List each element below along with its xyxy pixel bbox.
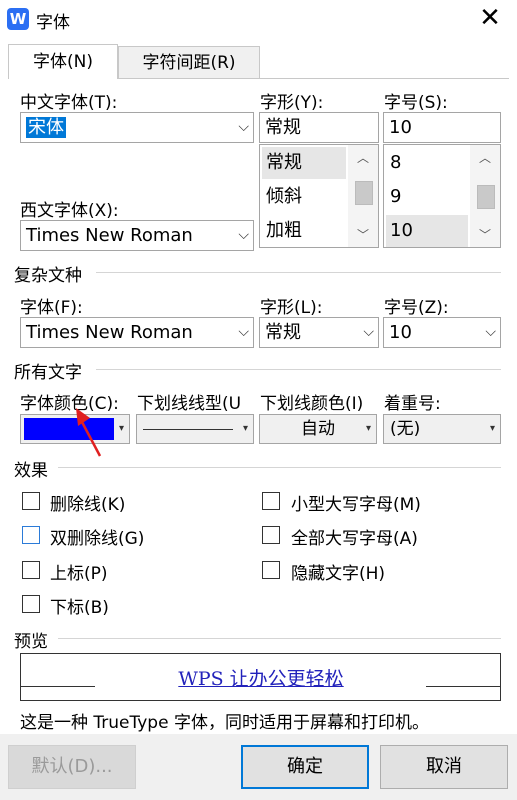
- chevron-down-icon: ⌵: [485, 324, 496, 340]
- chinese-font-value: 宋体: [26, 117, 66, 138]
- emphasis-mark-dropdown[interactable]: (无) ▾: [383, 414, 501, 444]
- preview-baseline-right: [426, 686, 500, 687]
- style-scrollbar[interactable]: ︿ ﹀: [348, 145, 378, 247]
- small-caps-label: 小型大写字母(M): [291, 495, 421, 515]
- style-option-regular[interactable]: 常规: [262, 147, 346, 179]
- emphasis-mark-label: 着重号:: [384, 394, 441, 414]
- dropdown-arrow-icon: ▾: [118, 423, 124, 434]
- superscript-label: 上标(P): [50, 564, 108, 584]
- style-option-bold[interactable]: 加粗: [262, 215, 346, 247]
- chevron-down-icon: ⌵: [238, 324, 249, 340]
- complex-style-label: 字形(L):: [260, 298, 323, 318]
- close-icon[interactable]: ✕: [476, 4, 504, 32]
- double-strikethrough-checkbox[interactable]: [22, 526, 40, 544]
- double-strikethrough-label: 双删除线(G): [50, 529, 145, 549]
- preview-box: WPS 让办公更轻松: [20, 653, 501, 701]
- underline-style-line: [143, 429, 233, 430]
- size-label: 字号(S):: [384, 93, 448, 113]
- strikethrough-checkbox[interactable]: [22, 492, 40, 510]
- underline-style-dropdown[interactable]: ▾: [136, 414, 254, 444]
- effects-section-title: 效果: [14, 461, 48, 481]
- chevron-down-icon: ⌵: [238, 227, 249, 243]
- font-type-note: 这是一种 TrueType 字体，同时适用于屏幕和打印机。: [20, 713, 429, 733]
- emphasis-mark-value: (无): [390, 419, 421, 439]
- tab-character-spacing[interactable]: 字符间距(R): [118, 46, 260, 78]
- scroll-thumb[interactable]: [477, 185, 495, 209]
- underline-color-value: 自动: [301, 419, 335, 439]
- chinese-font-select[interactable]: 宋体 ⌵: [20, 112, 254, 143]
- title-bar: [0, 0, 517, 38]
- complex-size-select[interactable]: 10 ⌵: [383, 317, 501, 348]
- scroll-down-icon[interactable]: ﹀: [348, 226, 378, 243]
- preview-section-title: 预览: [14, 632, 48, 652]
- style-input[interactable]: 常规: [259, 112, 379, 143]
- western-font-label: 西文字体(X):: [20, 201, 119, 221]
- default-button[interactable]: 默认(D)...: [8, 745, 136, 789]
- section-divider: [58, 467, 501, 468]
- complex-font-label: 字体(F):: [20, 298, 83, 318]
- underline-color-dropdown[interactable]: 自动 ▾: [259, 414, 377, 444]
- western-font-select[interactable]: Times New Roman ⌵: [20, 220, 254, 251]
- all-caps-checkbox[interactable]: [262, 526, 280, 544]
- small-caps-checkbox[interactable]: [262, 492, 280, 510]
- chevron-down-icon: ⌵: [238, 119, 249, 135]
- size-input[interactable]: 10: [383, 112, 501, 143]
- dropdown-arrow-icon: ▾: [489, 423, 495, 434]
- underline-color-label: 下划线颜色(I): [260, 394, 364, 414]
- section-divider: [58, 638, 501, 639]
- dialog-title: 字体: [36, 13, 70, 33]
- chinese-font-label: 中文字体(T):: [20, 93, 118, 113]
- scroll-up-icon[interactable]: ︿: [348, 149, 378, 166]
- dropdown-arrow-icon: ▾: [365, 423, 371, 434]
- red-arrow-annotation-icon: [76, 408, 102, 457]
- size-option-8[interactable]: 8: [386, 147, 468, 179]
- hidden-text-checkbox[interactable]: [262, 561, 280, 579]
- section-divider: [96, 272, 501, 273]
- cancel-button[interactable]: 取消: [380, 745, 508, 789]
- complex-style-select[interactable]: 常规 ⌵: [259, 317, 379, 348]
- complex-font-value: Times New Roman: [26, 322, 193, 343]
- preview-sample-text: WPS 让办公更轻松: [178, 668, 344, 690]
- hidden-text-label: 隐藏文字(H): [291, 564, 386, 584]
- section-divider: [96, 369, 501, 370]
- dropdown-arrow-icon: ▾: [242, 423, 248, 434]
- size-input-value: 10: [389, 117, 412, 138]
- size-listbox[interactable]: 8 9 10 ︿ ﹀: [383, 144, 501, 248]
- complex-size-value: 10: [389, 322, 412, 343]
- all-caps-label: 全部大写字母(A): [291, 529, 418, 549]
- subscript-checkbox[interactable]: [22, 595, 40, 613]
- complex-style-value: 常规: [265, 322, 301, 343]
- tab-font[interactable]: 字体(N): [8, 44, 118, 79]
- ok-button[interactable]: 确定: [241, 745, 369, 789]
- style-listbox[interactable]: 常规 倾斜 加粗 ︿ ﹀: [259, 144, 379, 248]
- size-option-10[interactable]: 10: [386, 215, 468, 247]
- complex-section-title: 复杂文种: [14, 266, 82, 286]
- subscript-label: 下标(B): [50, 598, 109, 618]
- chevron-down-icon: ⌵: [363, 324, 374, 340]
- complex-font-select[interactable]: Times New Roman ⌵: [20, 317, 254, 348]
- scroll-up-icon[interactable]: ︿: [470, 149, 500, 166]
- style-input-value: 常规: [265, 117, 301, 138]
- all-text-section-title: 所有文字: [14, 363, 82, 383]
- western-font-value: Times New Roman: [26, 225, 193, 246]
- preview-baseline-left: [21, 686, 95, 687]
- scroll-thumb[interactable]: [355, 181, 373, 205]
- scroll-down-icon[interactable]: ﹀: [470, 226, 500, 243]
- underline-style-label: 下划线线型(U: [137, 394, 242, 414]
- wps-app-icon: W: [7, 8, 29, 30]
- superscript-checkbox[interactable]: [22, 561, 40, 579]
- size-scrollbar[interactable]: ︿ ﹀: [470, 145, 500, 247]
- style-label: 字形(Y):: [260, 93, 324, 113]
- complex-size-label: 字号(Z):: [384, 298, 449, 318]
- strikethrough-label: 删除线(K): [50, 495, 126, 515]
- size-option-9[interactable]: 9: [386, 181, 468, 213]
- style-option-italic[interactable]: 倾斜: [262, 181, 346, 213]
